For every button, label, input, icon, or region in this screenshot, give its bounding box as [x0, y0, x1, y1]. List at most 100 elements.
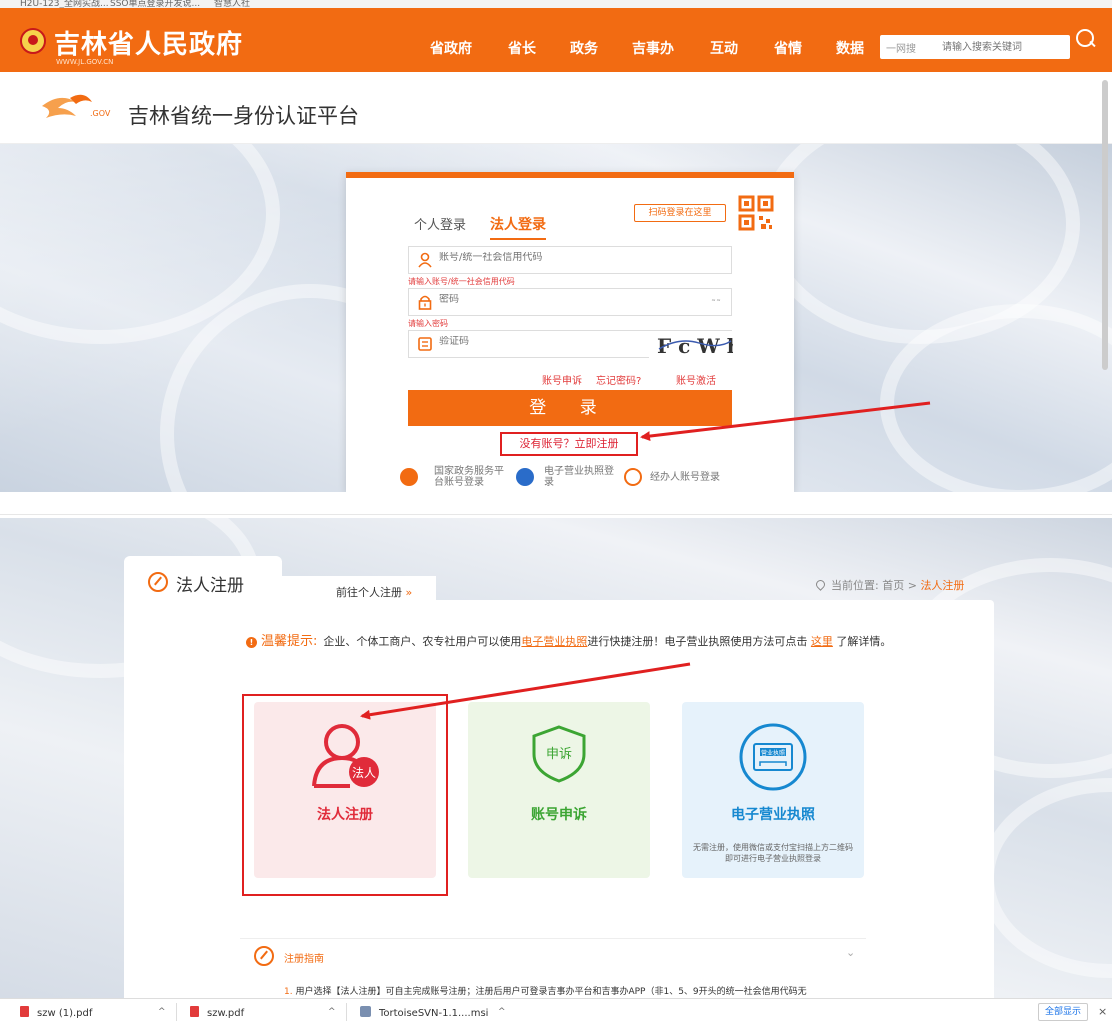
- location-prefix: 当前位置:: [831, 579, 879, 592]
- nav-item-affairs[interactable]: 政务: [570, 38, 598, 58]
- double-chevron-icon: »: [405, 586, 413, 599]
- register-tab-title: 法人注册: [176, 576, 244, 596]
- account-error: 请输入账号/统一社会信用代码: [408, 277, 515, 286]
- goto-personal-label: 前往个人注册: [336, 586, 402, 599]
- captcha-image[interactable]: F c W h: [649, 331, 733, 359]
- compass-icon: [254, 946, 274, 966]
- tip-text: 了解详情。: [836, 635, 892, 648]
- edit-icon: [148, 572, 168, 592]
- tile-label: 法人注册: [317, 807, 373, 823]
- agent-icon: [624, 468, 642, 486]
- divider: [176, 1003, 177, 1021]
- breadcrumb-home[interactable]: 首页: [882, 579, 904, 592]
- business-license-icon: [516, 468, 534, 486]
- gov-service-icon: [400, 468, 418, 486]
- tile-badge: 申诉: [546, 747, 572, 762]
- captcha-icon: [418, 337, 432, 351]
- login-button[interactable]: 登 录: [408, 390, 732, 426]
- qr-code-icon[interactable]: [738, 195, 774, 231]
- download-filename: szw (1).pdf: [37, 1008, 93, 1019]
- captcha-input[interactable]: [439, 336, 619, 347]
- captcha-field: F c W h: [408, 330, 733, 359]
- license-icon: 营业执照: [739, 723, 807, 791]
- search-scope-select[interactable]: 一网搜: [886, 40, 916, 55]
- alt-login-agent[interactable]: 经办人账号登录: [650, 472, 736, 483]
- divider: [240, 938, 866, 939]
- bookmark-item[interactable]: SSO单点登录开发说...: [110, 0, 200, 8]
- lock-icon: [418, 295, 432, 310]
- site-title[interactable]: 吉林省人民政府: [54, 24, 243, 61]
- guide-label[interactable]: 注册指南: [284, 950, 324, 965]
- legal-person-icon: 法人: [312, 724, 379, 788]
- pdf-file-icon: [190, 1006, 199, 1017]
- pdf-file-icon: [20, 1006, 29, 1017]
- guide-text: 1. 用户选择【法人注册】可自主完成账号注册；注册后用户可登录吉事办平台和吉事办…: [284, 984, 807, 997]
- caret-up-icon[interactable]: ^: [498, 1007, 506, 1017]
- nav-item-governor[interactable]: 省长: [508, 38, 536, 58]
- tile-label: 账号申诉: [531, 807, 587, 823]
- account-appeal-link[interactable]: 账号申诉: [542, 372, 582, 387]
- tile-account-appeal[interactable]: 申诉 账号申诉: [468, 702, 650, 878]
- download-filename: TortoiseSVN-1.1....msi: [379, 1008, 489, 1019]
- nav-item-interact[interactable]: 互动: [710, 38, 738, 58]
- tile-business-license[interactable]: 营业执照 电子营业执照 无需注册，使用微信或支付宝扫描上方二维码即可进行电子营业…: [682, 702, 864, 878]
- guide-number: 1.: [284, 987, 293, 997]
- account-input[interactable]: [439, 252, 689, 263]
- captcha-text: F c W h: [657, 334, 733, 358]
- nav-item-data[interactable]: 数据: [836, 38, 864, 58]
- login-panel: 个人登录 法人登录 扫码登录在这里 请输入账号/统一社会信用代码 ˜˜ 请输入密…: [346, 172, 794, 492]
- password-input[interactable]: [439, 294, 689, 305]
- breadcrumb-current: 法人注册: [920, 579, 965, 592]
- user-icon: [418, 252, 432, 268]
- eye-closed-icon[interactable]: ˜˜: [711, 299, 721, 310]
- download-item[interactable]: TortoiseSVN-1.1....msi: [360, 1006, 488, 1019]
- platform-logo-text: .GOV: [90, 109, 111, 118]
- password-error: 请输入密码: [408, 319, 448, 328]
- nav-item-provinfo[interactable]: 省情: [774, 38, 802, 58]
- site-domain: WWW.JL.GOV.CN: [56, 58, 114, 66]
- tile-legal-register[interactable]: 法人 法人注册: [254, 702, 436, 878]
- tip-text: 企业、个体工商户、农专社用户可以使用: [323, 635, 522, 648]
- national-emblem-icon: [20, 28, 46, 54]
- nav-item-jishiban[interactable]: 吉事办: [632, 38, 674, 58]
- divider: [346, 1003, 347, 1021]
- site-header: 吉林省人民政府 WWW.JL.GOV.CN 省政府 省长 政务 吉事办 互动 省…: [0, 8, 1112, 72]
- divider: [0, 514, 1112, 515]
- account-field: [408, 246, 732, 274]
- account-activate-link[interactable]: 账号激活: [676, 372, 716, 387]
- download-filename: szw.pdf: [207, 1008, 245, 1019]
- caret-up-icon[interactable]: ^: [158, 1007, 166, 1017]
- scrollbar[interactable]: [1102, 80, 1108, 370]
- chevron-down-icon[interactable]: ⌄: [846, 946, 855, 959]
- tip-text: 进行快捷注册！电子营业执照使用方法可点击: [587, 635, 808, 648]
- caret-up-icon[interactable]: ^: [328, 1007, 336, 1017]
- search-input[interactable]: [942, 37, 1062, 57]
- nav-item-gov[interactable]: 省政府: [430, 38, 472, 58]
- register-link[interactable]: 没有账号？立即注册: [500, 432, 638, 456]
- download-item[interactable]: szw.pdf: [190, 1006, 244, 1019]
- shield-icon: 申诉: [532, 725, 586, 783]
- installer-icon: [360, 1006, 371, 1017]
- goto-personal-register[interactable]: 前往个人注册 »: [282, 576, 436, 606]
- tile-label: 电子营业执照: [731, 807, 815, 823]
- platform-title: 吉林省统一身份认证平台: [128, 104, 359, 128]
- tab-legal-login[interactable]: 法人登录: [490, 214, 546, 240]
- platform-logo-icon: .GOV: [42, 94, 111, 118]
- password-field: ˜˜: [408, 288, 732, 316]
- alt-login-license[interactable]: 电子营业执照登录: [544, 466, 618, 488]
- close-icon[interactable]: ×: [1098, 1005, 1107, 1018]
- tab-personal-login[interactable]: 个人登录: [414, 214, 466, 233]
- download-item[interactable]: szw (1).pdf: [20, 1006, 92, 1019]
- tip-link-here[interactable]: 这里: [811, 635, 833, 648]
- show-all-button[interactable]: 全部显示: [1038, 1003, 1088, 1021]
- tip-link-license[interactable]: 电子营业执照: [521, 635, 587, 648]
- search-icon[interactable]: [1072, 27, 1100, 53]
- forgot-password-link[interactable]: 忘记密码?: [596, 372, 641, 387]
- warning-icon: !: [246, 637, 257, 648]
- alt-login-national[interactable]: 国家政务服务平台账号登录: [434, 466, 506, 488]
- bookmark-item[interactable]: H2U-123_全网实战...: [20, 0, 109, 8]
- download-bar: szw (1).pdf ^ szw.pdf ^ TortoiseSVN-1.1.…: [0, 998, 1112, 1025]
- tile-description: 无需注册，使用微信或支付宝扫描上方二维码即可进行电子营业执照登录: [693, 843, 853, 863]
- platform-bar: .GOV 吉林省统一身份认证平台: [0, 72, 1112, 144]
- bookmark-item[interactable]: 智慧人社: [214, 0, 250, 8]
